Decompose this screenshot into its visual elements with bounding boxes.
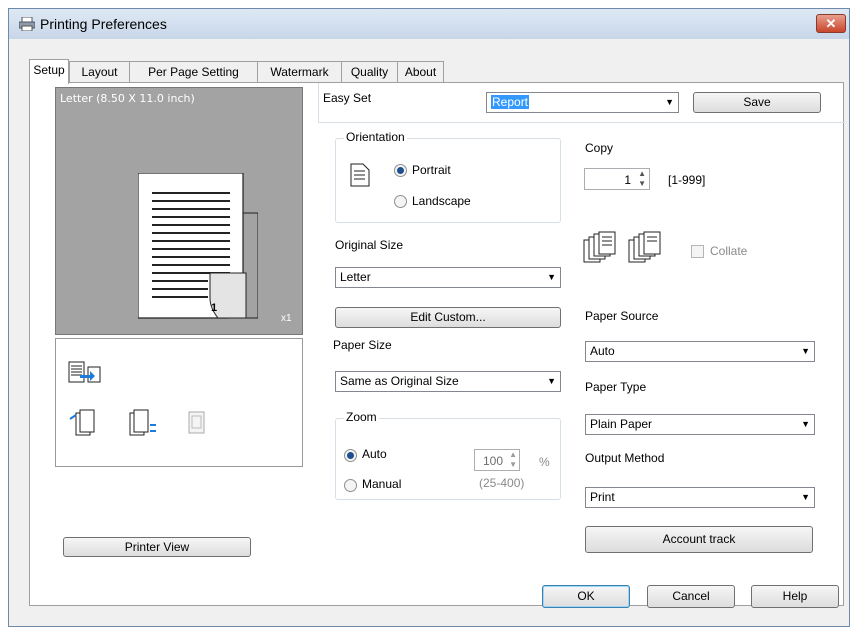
- zoom-manual-radio[interactable]: [344, 479, 357, 492]
- tab-about[interactable]: About: [397, 61, 444, 82]
- tab-label: Quality: [350, 65, 389, 79]
- help-button[interactable]: Help: [751, 585, 839, 608]
- close-icon: ✕: [825, 16, 837, 31]
- preview-options-box: [55, 338, 303, 467]
- collate-label: Collate: [710, 244, 748, 258]
- layout-change-icon[interactable]: [68, 361, 102, 385]
- paper-type-select[interactable]: Plain Paper ▼: [585, 414, 815, 435]
- tab-label: Per Page Setting: [148, 65, 239, 79]
- easy-set-label: Easy Set: [323, 91, 372, 105]
- orientation-group: Orientation Portrait Landscape: [335, 130, 561, 223]
- zoom-title: Zoom: [344, 410, 379, 424]
- punch-icon[interactable]: [128, 409, 158, 437]
- easy-set-select[interactable]: Report ▼: [486, 92, 679, 113]
- output-method-value: Print: [590, 490, 615, 504]
- printer-view-button[interactable]: Printer View: [63, 537, 251, 557]
- tab-label: Layout: [81, 65, 118, 79]
- chevron-down-icon: ▼: [801, 419, 810, 429]
- spin-arrows-icon[interactable]: ▲ ▼: [638, 169, 646, 189]
- dialog-client-area: Setup Layout Per Page Setting Watermark …: [9, 39, 849, 626]
- setup-panel: Letter (8.50 X 11.0 inch) 1 x1 Printer V…: [29, 82, 845, 606]
- window-title: Printing Preferences: [40, 16, 167, 32]
- portrait-page-icon: [350, 163, 370, 187]
- tab-quality[interactable]: Quality: [341, 61, 398, 82]
- spin-arrows-icon: ▲ ▼: [509, 450, 517, 469]
- tab-label: Setup: [33, 63, 65, 77]
- copy-input[interactable]: 1 ▲ ▼: [584, 168, 650, 190]
- paper-source-value: Auto: [590, 344, 615, 358]
- collate-checkbox[interactable]: [691, 245, 704, 258]
- document-page-icon: [138, 173, 258, 319]
- account-track-button[interactable]: Account track: [585, 526, 813, 553]
- title-bar: Printing Preferences ✕: [9, 9, 849, 39]
- tab-layout[interactable]: Layout: [69, 61, 130, 82]
- output-method-select[interactable]: Print ▼: [585, 487, 815, 508]
- portrait-radio[interactable]: [394, 164, 407, 177]
- button-label: Cancel: [672, 589, 710, 603]
- portrait-label: Portrait: [412, 163, 451, 177]
- paper-source-label: Paper Source: [585, 309, 659, 323]
- button-label: OK: [577, 589, 595, 603]
- easy-set-value: Report: [491, 95, 530, 109]
- tab-per-page-setting[interactable]: Per Page Setting: [129, 61, 258, 82]
- paper-type-value: Plain Paper: [590, 417, 653, 431]
- zoom-auto-label: Auto: [362, 447, 387, 461]
- zoom-manual-label: Manual: [362, 477, 402, 491]
- paper-type-label: Paper Type: [585, 380, 647, 394]
- chevron-down-icon: ▼: [801, 492, 810, 502]
- original-size-select[interactable]: Letter ▼: [335, 267, 561, 288]
- cancel-button[interactable]: Cancel: [647, 585, 735, 608]
- original-size-value: Letter: [340, 270, 371, 284]
- original-size-label: Original Size: [335, 238, 404, 252]
- button-label: Printer View: [124, 540, 190, 554]
- zoom-unit: %: [539, 455, 550, 469]
- preview-paper-label: Letter (8.50 X 11.0 inch): [60, 92, 195, 105]
- output-method-label: Output Method: [585, 451, 665, 465]
- printer-icon: [19, 17, 35, 31]
- save-button[interactable]: Save: [693, 92, 821, 113]
- paper-size-value: Same as Original Size: [340, 374, 459, 388]
- zoom-auto-radio[interactable]: [344, 449, 357, 462]
- chevron-down-icon: ▼: [547, 272, 556, 282]
- orientation-title: Orientation: [344, 130, 407, 144]
- copy-value: 1: [624, 173, 631, 187]
- preview-copies-marker: x1: [281, 313, 292, 324]
- button-label: Save: [743, 95, 771, 109]
- page-preview: Letter (8.50 X 11.0 inch) 1 x1: [55, 87, 303, 335]
- tab-watermark[interactable]: Watermark: [257, 61, 342, 82]
- tab-label: Watermark: [270, 65, 329, 79]
- zoom-range: (25-400): [479, 476, 525, 490]
- edit-custom-button[interactable]: Edit Custom...: [335, 307, 561, 328]
- watermark-icon[interactable]: [188, 411, 206, 435]
- landscape-label: Landscape: [412, 194, 471, 208]
- chevron-down-icon: ▼: [547, 376, 556, 386]
- zoom-value-input[interactable]: 100 ▲ ▼: [474, 449, 520, 471]
- paper-size-label: Paper Size: [333, 338, 392, 352]
- collate-stack-icon: [583, 231, 616, 263]
- landscape-radio[interactable]: [394, 195, 407, 208]
- zoom-value: 100: [482, 454, 503, 468]
- button-label: Account track: [662, 532, 736, 546]
- button-label: Edit Custom...: [410, 310, 486, 324]
- copy-range: [1-999]: [668, 173, 706, 187]
- chevron-down-icon: ▼: [801, 346, 810, 356]
- staple-icon[interactable]: [68, 409, 98, 437]
- zoom-group: Zoom Auto Manual 100 ▲ ▼ % (25-400): [335, 410, 561, 500]
- chevron-down-icon: ▼: [665, 97, 674, 107]
- preview-page-number: 1: [211, 302, 218, 314]
- paper-source-select[interactable]: Auto ▼: [585, 341, 815, 362]
- tab-label: About: [404, 65, 437, 79]
- close-button[interactable]: ✕: [816, 14, 846, 33]
- paper-size-select[interactable]: Same as Original Size ▼: [335, 371, 561, 392]
- ok-button[interactable]: OK: [542, 585, 630, 608]
- uncollate-stack-icon: [628, 231, 661, 263]
- button-label: Help: [782, 589, 808, 603]
- tab-setup[interactable]: Setup: [29, 59, 69, 84]
- copy-label: Copy: [585, 141, 614, 155]
- printing-preferences-window: Printing Preferences ✕ Setup Layout Per …: [8, 8, 850, 627]
